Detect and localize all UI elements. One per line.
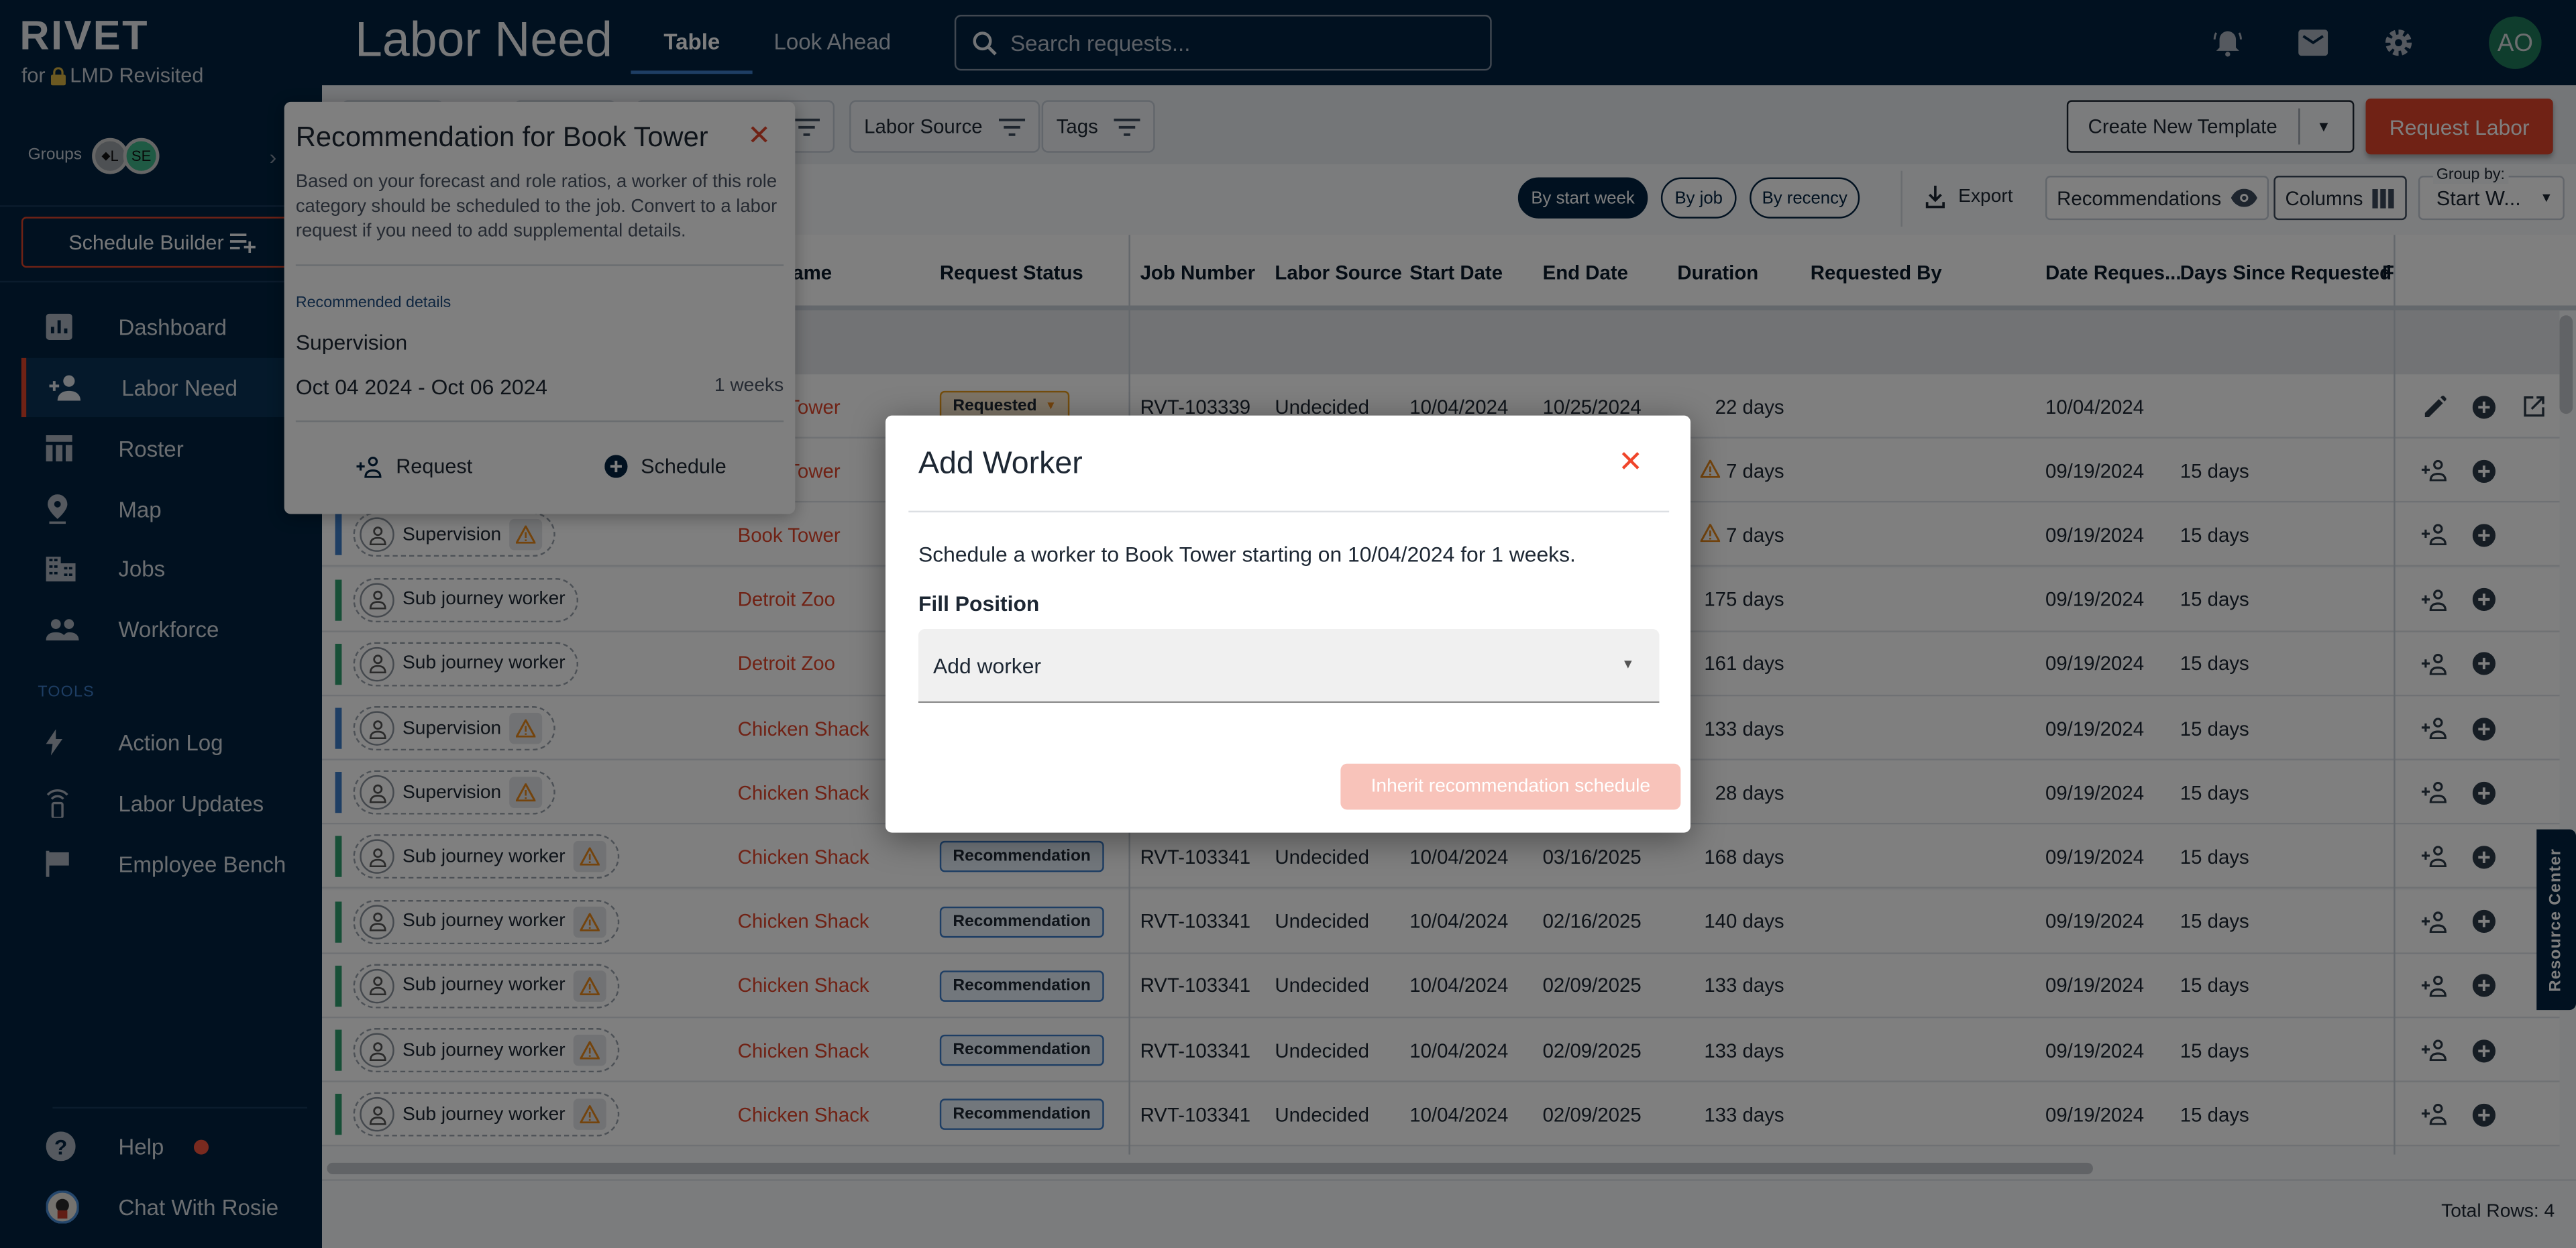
dialog-title: Add Worker — [918, 447, 1083, 481]
inherit-schedule-button[interactable]: Inherit recommendation schedule — [1340, 763, 1681, 810]
fill-position-label: Fill Position — [918, 591, 1040, 616]
select-value: Add worker — [933, 653, 1042, 679]
dialog-message: Schedule a worker to Book Tower starting… — [918, 542, 1576, 567]
chevron-down-icon: ▼ — [1621, 657, 1635, 672]
divider — [908, 510, 1670, 513]
close-icon[interactable]: ✕ — [1618, 445, 1643, 479]
add-worker-dialog: Add Worker ✕ Schedule a worker to Book T… — [885, 415, 1691, 833]
fill-position-select[interactable]: Add worker ▼ — [918, 628, 1660, 703]
